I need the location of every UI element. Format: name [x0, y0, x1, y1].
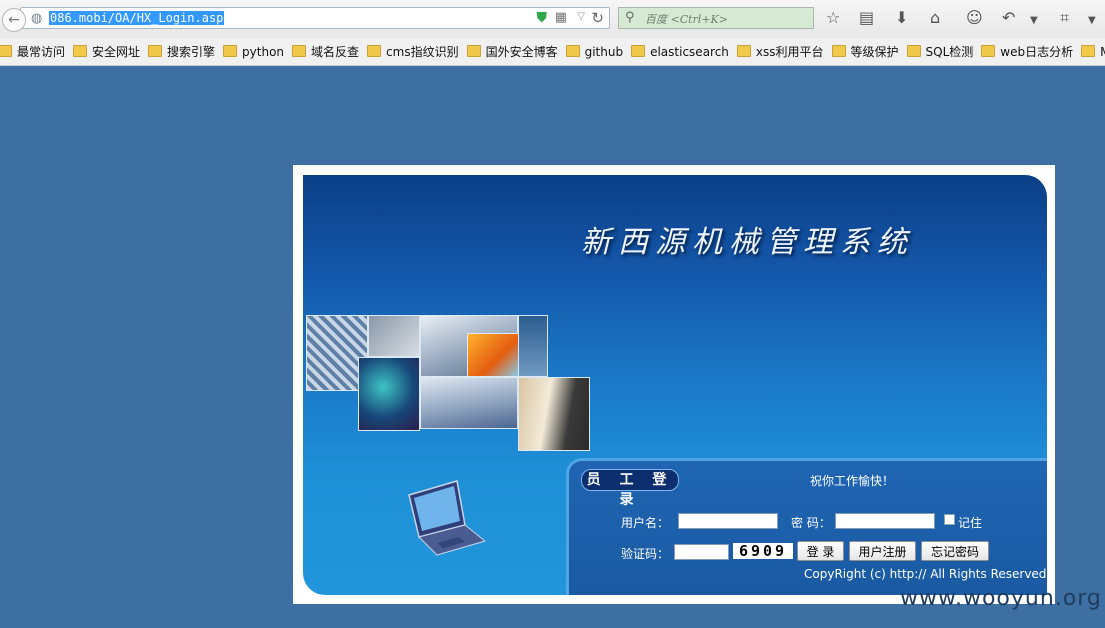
- menu-icon[interactable]: ▼: [1088, 12, 1096, 30]
- captcha-input[interactable]: [674, 544, 729, 560]
- search-placeholder: 百度 <Ctrl+K>: [645, 13, 728, 26]
- photo-blue: [518, 315, 548, 377]
- emoji-icon[interactable]: ☺: [966, 9, 983, 27]
- bookmark-label: SQL检测: [925, 45, 974, 59]
- login-frame: 新西源机械管理系统 员 工 登 录 祝你工作愉快！ 用户名： 密 码： 记住 验…: [293, 165, 1055, 604]
- forgot-password-button[interactable]: 忘记密码: [921, 541, 989, 561]
- bookmark-label: 安全网址: [92, 45, 141, 59]
- username-label: 用户名：: [621, 516, 670, 530]
- back-button[interactable]: ←: [2, 8, 26, 32]
- bookmarks-bar: 最常访问 安全网址 搜索引擎 python 域名反查 cms指纹识别 国外安全博客 githu…: [0, 38, 1105, 66]
- crop-icon[interactable]: ⌗: [1060, 9, 1069, 27]
- folder-icon: [292, 45, 307, 57]
- undo-dropdown-icon[interactable]: ▼: [1030, 12, 1038, 30]
- folder-icon: [1081, 45, 1096, 57]
- bookmark-item[interactable]: cms指纹识别: [367, 38, 459, 65]
- globe-icon: ◍: [31, 11, 43, 26]
- bookmark-label: github: [584, 45, 624, 59]
- folder-icon: [831, 45, 846, 57]
- search-bar[interactable]: ⚲ 百度 <Ctrl+K>: [618, 7, 814, 29]
- bookmark-item[interactable]: python: [223, 38, 285, 65]
- bookmark-item[interactable]: 安全网址: [73, 38, 141, 65]
- password-label: 密 码：: [791, 516, 831, 530]
- bookmark-item[interactable]: 国外安全博客: [466, 38, 558, 65]
- url-dropdown-icon[interactable]: ▽: [577, 11, 585, 22]
- back-arrow-icon: ←: [8, 12, 20, 28]
- system-title: 新西源机械管理系统: [581, 225, 914, 260]
- copyright-text: CopyRight (c) http:// All Rights Reserve…: [804, 567, 1047, 581]
- folder-icon: [0, 45, 12, 57]
- bookmark-label: xss利用平台: [755, 45, 824, 59]
- bookmark-item[interactable]: 等级保护: [831, 38, 899, 65]
- bookmark-item[interactable]: MD: [1081, 38, 1105, 65]
- photo-businessmen: [518, 377, 590, 451]
- remember-checkbox[interactable]: [944, 514, 955, 525]
- folder-icon: [736, 45, 751, 57]
- folder-icon: [367, 45, 382, 57]
- login-form: 员 工 登 录 祝你工作愉快！ 用户名： 密 码： 记住 验证码： 6909 登…: [566, 458, 1047, 595]
- bookmark-item[interactable]: xss利用平台: [736, 38, 824, 65]
- bookmark-label: web日志分析: [1000, 45, 1074, 59]
- reload-icon[interactable]: ↻: [591, 9, 604, 27]
- login-panel: 新西源机械管理系统 员 工 登 录 祝你工作愉快！ 用户名： 密 码： 记住 验…: [303, 175, 1047, 595]
- folder-icon: [565, 45, 580, 57]
- bookmark-label: python: [242, 45, 285, 59]
- qr-code-icon[interactable]: ▦: [555, 10, 567, 25]
- url-bar[interactable]: ◍ 086.mobi/OA/HX_Login.asp ⛊ ▦ ▽ ↻: [20, 7, 610, 29]
- watermark: www.wooyun.org: [900, 586, 1102, 611]
- bookmark-item[interactable]: 最常访问: [0, 38, 66, 65]
- photo-orange: [467, 333, 519, 377]
- photo-grey: [368, 315, 420, 357]
- home-icon[interactable]: ⌂: [930, 9, 940, 27]
- search-icon: ⚲: [625, 10, 635, 25]
- photo-numbers: [358, 357, 420, 431]
- login-button[interactable]: 登 录: [797, 541, 844, 561]
- photo-laptop-keys: [420, 377, 518, 429]
- undo-icon[interactable]: ↶: [1002, 9, 1015, 27]
- download-icon[interactable]: ⬇: [895, 9, 908, 27]
- bookmark-label: 域名反查: [311, 45, 360, 59]
- browser-toolbar: ◍ 086.mobi/OA/HX_Login.asp ⛊ ▦ ▽ ↻ ← ⚲ 百…: [0, 0, 1105, 38]
- remember-label: 记住: [958, 516, 983, 530]
- username-input[interactable]: [678, 513, 778, 529]
- bookmark-item[interactable]: 域名反查: [292, 38, 360, 65]
- folder-icon: [73, 45, 88, 57]
- bookmark-label: MD: [1100, 45, 1105, 59]
- bookmark-item[interactable]: github: [565, 38, 624, 65]
- bookmark-item[interactable]: SQL检测: [906, 38, 974, 65]
- bookmark-label: cms指纹识别: [386, 45, 459, 59]
- laptop-icon: [408, 480, 487, 556]
- register-button[interactable]: 用户注册: [849, 541, 916, 561]
- bookmark-label: 等级保护: [850, 45, 899, 59]
- bookmark-label: elasticsearch: [650, 45, 729, 59]
- url-text[interactable]: 086.mobi/OA/HX_Login.asp: [49, 11, 225, 25]
- folder-icon: [981, 45, 996, 57]
- password-input[interactable]: [835, 513, 935, 529]
- folder-icon: [466, 45, 481, 57]
- login-section-label: 员 工 登 录: [581, 469, 679, 508]
- bookmark-label: 最常访问: [17, 45, 66, 59]
- captcha-label: 验证码：: [621, 547, 670, 561]
- folder-icon: [631, 45, 646, 57]
- folder-icon: [223, 45, 238, 57]
- star-icon[interactable]: ☆: [826, 9, 840, 27]
- reading-list-icon[interactable]: ▤: [859, 9, 874, 27]
- captcha-image: 6909: [733, 543, 793, 559]
- folder-icon: [906, 45, 921, 57]
- folder-icon: [148, 45, 163, 57]
- bookmark-label: 搜索引擎: [167, 45, 216, 59]
- bookmark-item[interactable]: 搜索引擎: [148, 38, 216, 65]
- shield-icon[interactable]: ⛊: [537, 10, 548, 26]
- greeting-text: 祝你工作愉快！: [810, 474, 895, 488]
- bookmark-label: 国外安全博客: [485, 45, 558, 59]
- bookmark-item[interactable]: web日志分析: [981, 38, 1074, 65]
- bookmark-item[interactable]: elasticsearch: [631, 38, 729, 65]
